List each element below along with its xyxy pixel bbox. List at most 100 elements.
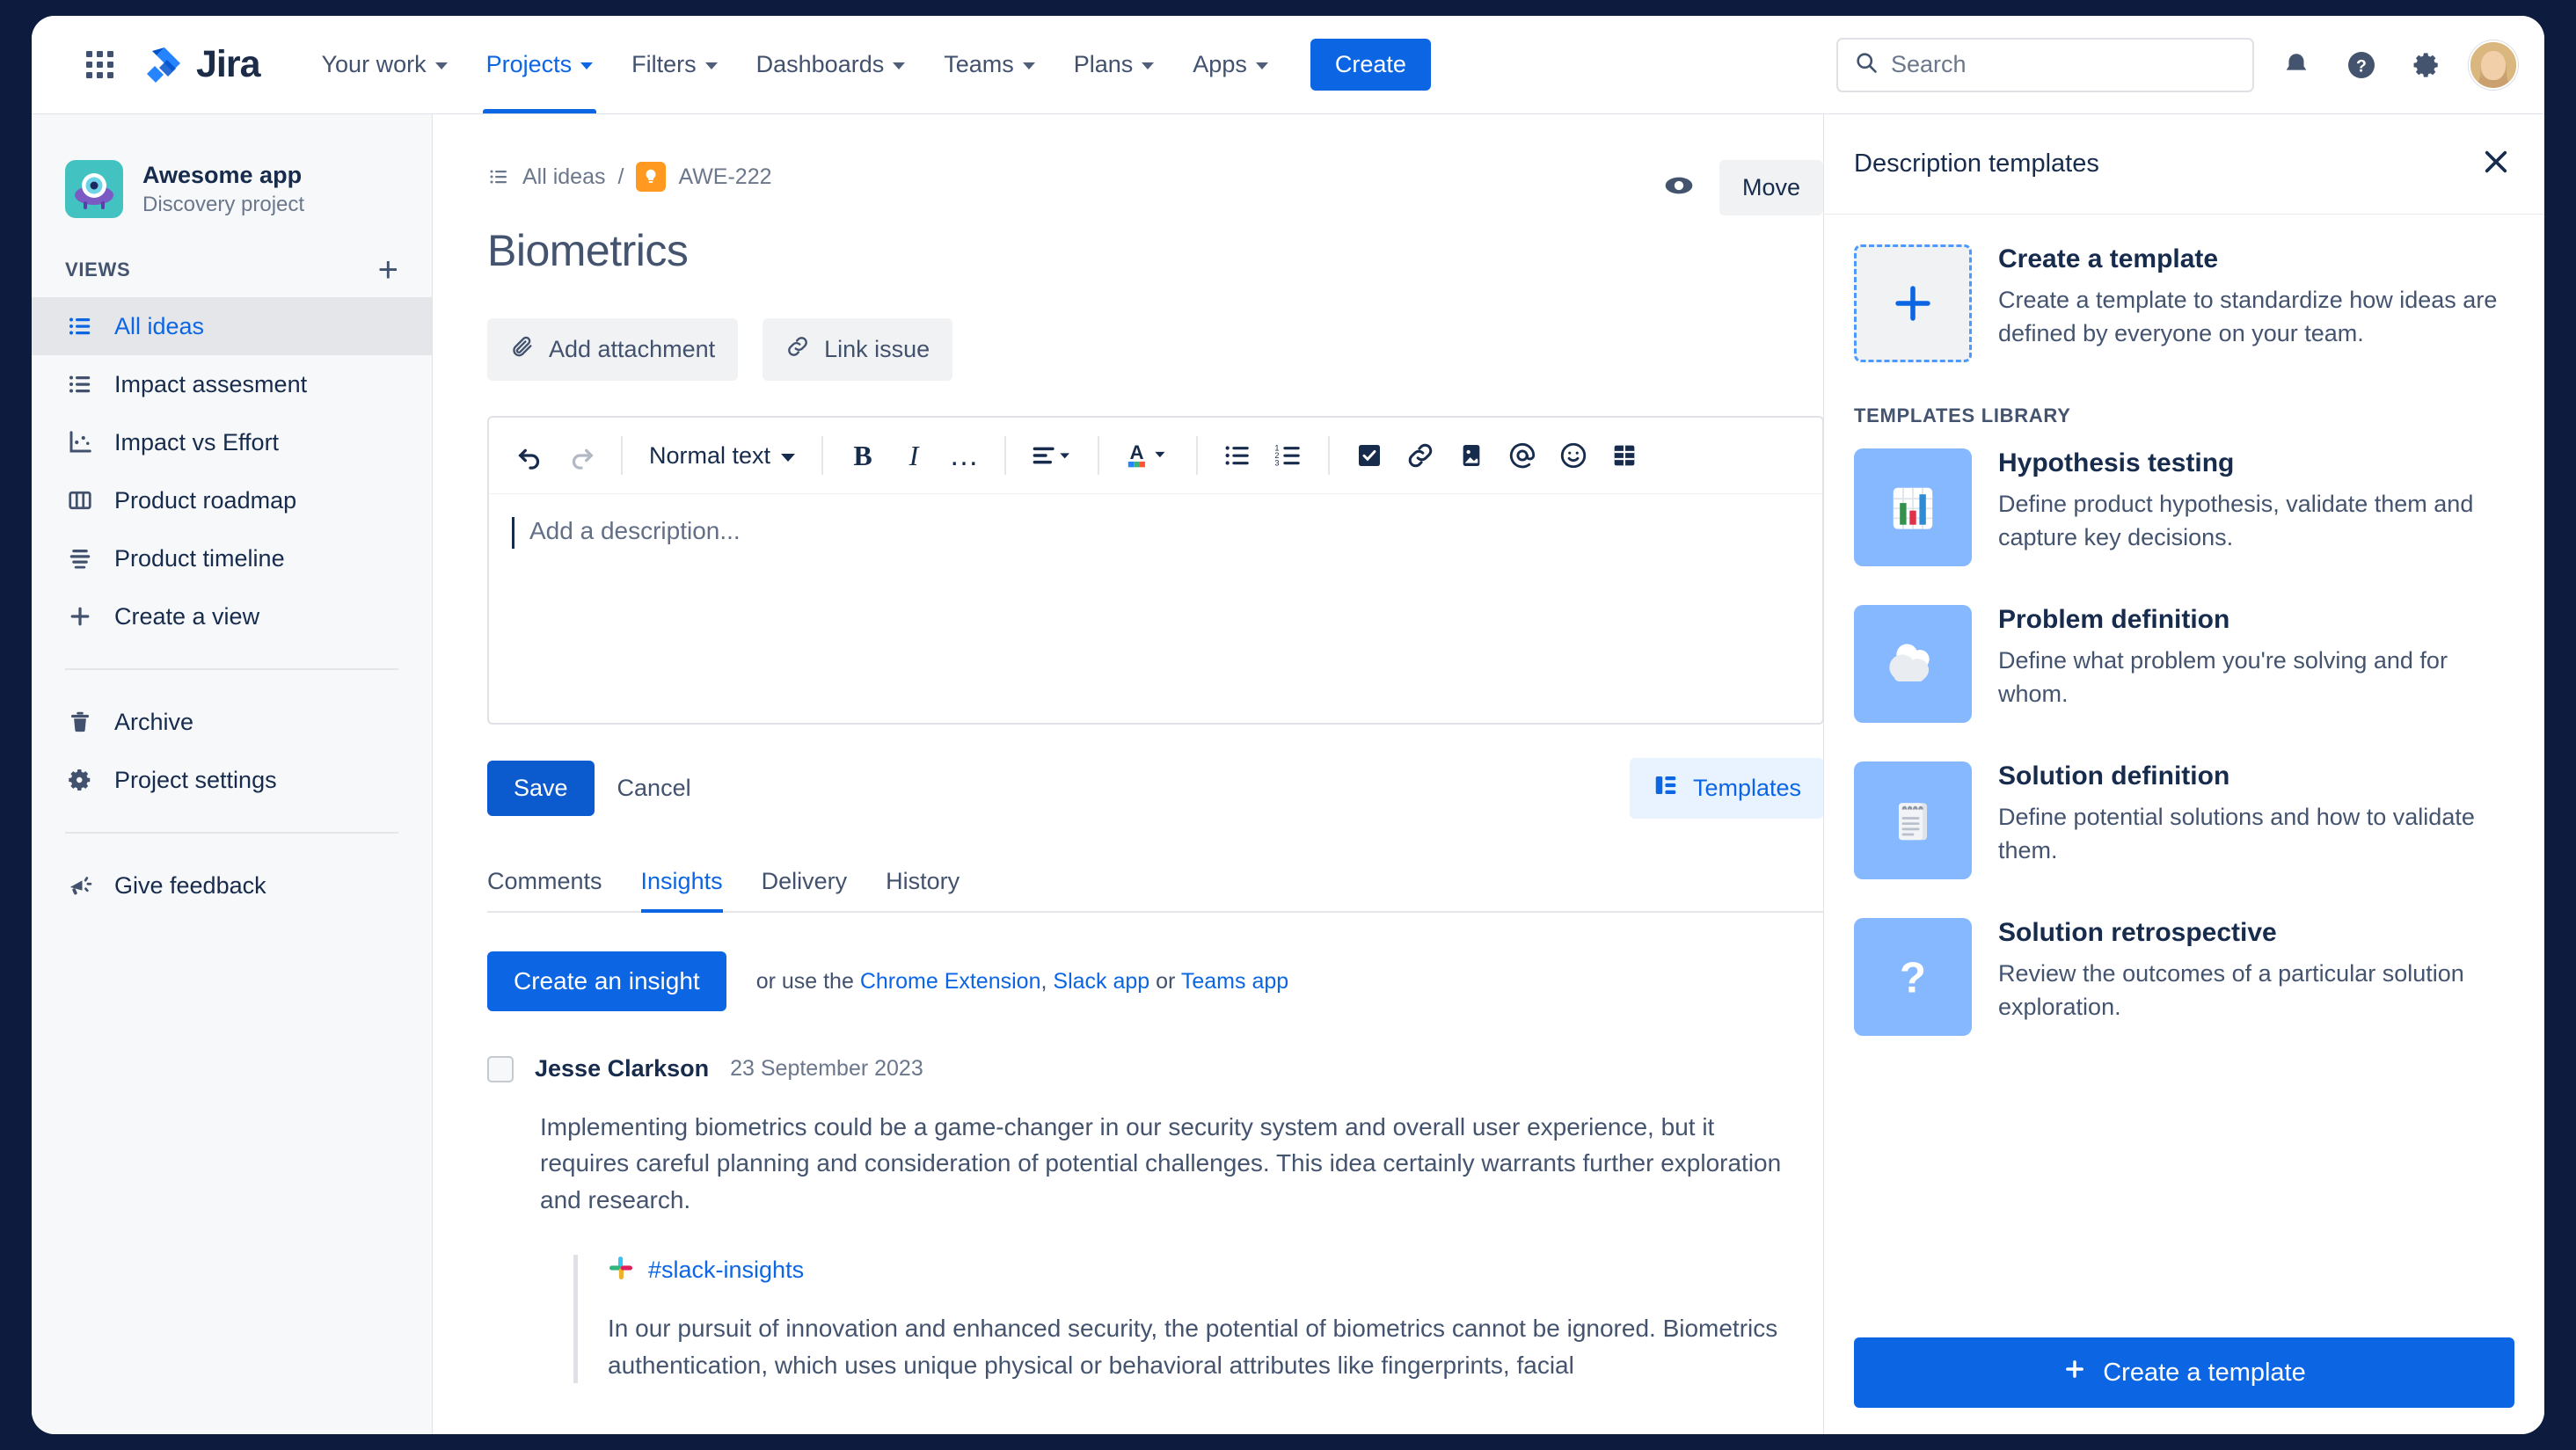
insight-checkbox[interactable]	[487, 1055, 514, 1082]
add-view-icon[interactable]: +	[378, 252, 398, 288]
tab-history[interactable]: History	[886, 859, 979, 911]
slack-app-link[interactable]: Slack app	[1053, 969, 1149, 994]
views-list: All ideas Impact assesment Impact vs Eff…	[32, 297, 432, 645]
notifications-icon[interactable]	[2273, 42, 2319, 88]
insight-header: Jesse Clarkson 23 September 2023	[487, 1055, 1823, 1082]
breadcrumb-issue-key[interactable]: AWE-222	[678, 164, 771, 190]
cancel-button[interactable]: Cancel	[595, 761, 714, 816]
sidebar-item-impact-assesment[interactable]: Impact assesment	[32, 355, 432, 413]
nav-item-apps[interactable]: Apps	[1173, 16, 1288, 113]
user-avatar[interactable]	[2469, 40, 2518, 90]
eye-icon[interactable]	[1661, 168, 1697, 208]
text-style-dropdown[interactable]: Normal text	[637, 430, 807, 481]
insight-quote-source[interactable]: #slack-insights	[648, 1257, 804, 1284]
jira-logo-text: Jira	[196, 43, 261, 85]
tab-insights[interactable]: Insights	[640, 859, 742, 913]
template-item-problem-definition[interactable]: Problem definition Define what problem y…	[1854, 605, 2513, 723]
svg-text:3: 3	[1274, 458, 1279, 467]
nav-item-filters[interactable]: Filters	[612, 16, 737, 113]
template-desc: Define potential solutions and how to va…	[1998, 804, 2475, 864]
toolbar-divider	[1004, 436, 1007, 475]
more-formatting-button[interactable]: …	[939, 430, 990, 481]
template-item-hypothesis-testing[interactable]: Hypothesis testing Define product hypoth…	[1854, 448, 2513, 566]
align-icon[interactable]	[1020, 430, 1084, 481]
create-template-desc: Create a template to standardize how ide…	[1998, 287, 2498, 347]
create-template-placeholder-icon	[1854, 244, 1972, 362]
chrome-extension-link[interactable]: Chrome Extension	[860, 969, 1041, 994]
notepad-icon	[1854, 761, 1972, 879]
insight-alt-sources: or use the Chrome Extension, Slack app o…	[756, 969, 1288, 995]
editor-toolbar: Normal text B I … A 1 2 3	[489, 418, 1822, 494]
save-button[interactable]: Save	[487, 761, 595, 816]
sidebar-item-create-a-view[interactable]: Create a view	[32, 587, 432, 645]
text-style-label: Normal text	[649, 441, 771, 469]
add-attachment-button[interactable]: Add attachment	[487, 318, 739, 381]
sidebar-item-impact-vs-effort[interactable]: Impact vs Effort	[32, 413, 432, 471]
help-icon[interactable]: ?	[2339, 42, 2384, 88]
redo-icon[interactable]	[556, 430, 607, 481]
teams-app-link[interactable]: Teams app	[1181, 969, 1288, 994]
task-list-icon[interactable]	[1344, 430, 1395, 481]
numbered-list-icon[interactable]: 1 2 3	[1263, 430, 1314, 481]
nav-item-projects[interactable]: Projects	[467, 16, 613, 113]
tab-delivery[interactable]: Delivery	[762, 859, 867, 911]
search-box[interactable]	[1836, 37, 2254, 92]
nav-item-plans[interactable]: Plans	[1054, 16, 1174, 113]
templates-label: Templates	[1692, 775, 1801, 801]
or-use-prefix: or use the	[755, 968, 860, 994]
undo-icon[interactable]	[505, 430, 556, 481]
sep-or: or	[1149, 968, 1181, 994]
app-switcher-icon[interactable]	[79, 45, 120, 85]
link-icon[interactable]	[1395, 430, 1446, 481]
sidebar-item-archive[interactable]: Archive	[32, 693, 432, 751]
template-title: Problem definition	[1998, 605, 2230, 634]
emoji-icon[interactable]	[1548, 430, 1599, 481]
svg-text:?: ?	[2356, 56, 2367, 76]
sidebar-item-give-feedback[interactable]: Give feedback	[32, 856, 432, 914]
nav-item-teams[interactable]: Teams	[924, 16, 1054, 113]
sidebar-item-label: All ideas	[114, 312, 205, 339]
bullet-list-icon[interactable]	[1212, 430, 1263, 481]
bold-button[interactable]: B	[837, 430, 888, 481]
template-item-solution-retrospective[interactable]: ? Solution retrospective Review the outc…	[1854, 918, 2513, 1036]
sidebar-item-label: Product timeline	[114, 544, 285, 572]
gear-icon	[65, 765, 95, 795]
issue-action-row: Add attachment Link issue	[487, 318, 1823, 381]
search-input[interactable]	[1891, 51, 2237, 78]
italic-button[interactable]: I	[888, 430, 939, 481]
text-color-icon[interactable]: A	[1113, 430, 1182, 481]
sidebar-item-project-settings[interactable]: Project settings	[32, 751, 432, 809]
panel-footer: Create a template	[1824, 1318, 2544, 1434]
nav-item-your-work[interactable]: Your work	[303, 16, 467, 113]
table-icon[interactable]	[1599, 430, 1650, 481]
image-icon[interactable]	[1446, 430, 1497, 481]
move-button[interactable]: Move	[1719, 160, 1823, 215]
tab-comments[interactable]: Comments	[487, 859, 622, 911]
sidebar-item-label: Create a view	[114, 602, 260, 630]
link-issue-button[interactable]: Link issue	[763, 318, 953, 381]
template-item-solution-definition[interactable]: Solution definition Define potential sol…	[1854, 761, 2513, 879]
sidebar-item-all-ideas[interactable]: All ideas	[32, 297, 432, 355]
toolbar-divider	[1098, 436, 1100, 475]
project-header[interactable]: Awesome app Discovery project	[32, 141, 432, 244]
nav-item-dashboards[interactable]: Dashboards	[737, 16, 925, 113]
link-issue-label: Link issue	[824, 336, 930, 362]
create-button[interactable]: Create	[1310, 39, 1431, 91]
jira-logo[interactable]: Jira	[144, 43, 261, 86]
create-template-button[interactable]: Create a template	[1854, 1337, 2514, 1408]
plus-icon	[2062, 1357, 2087, 1388]
close-icon[interactable]	[2479, 145, 2513, 183]
sidebar-item-label: Give feedback	[114, 871, 266, 899]
chevron-down-icon	[1022, 62, 1035, 69]
description-editor: Normal text B I … A 1 2 3 Add a descript…	[487, 416, 1823, 725]
mention-icon[interactable]	[1497, 430, 1548, 481]
breadcrumb-parent[interactable]: All ideas	[522, 164, 606, 190]
settings-gear-icon[interactable]	[2404, 42, 2449, 88]
sidebar-item-product-timeline[interactable]: Product timeline	[32, 529, 432, 587]
description-input[interactable]: Add a description...	[489, 494, 1822, 723]
create-insight-button[interactable]: Create an insight	[487, 951, 726, 1011]
sep-comma: ,	[1040, 968, 1054, 994]
templates-button[interactable]: Templates	[1629, 758, 1823, 819]
create-template-card[interactable]: Create a template Create a template to s…	[1854, 244, 2513, 362]
sidebar-item-product-roadmap[interactable]: Product roadmap	[32, 471, 432, 529]
